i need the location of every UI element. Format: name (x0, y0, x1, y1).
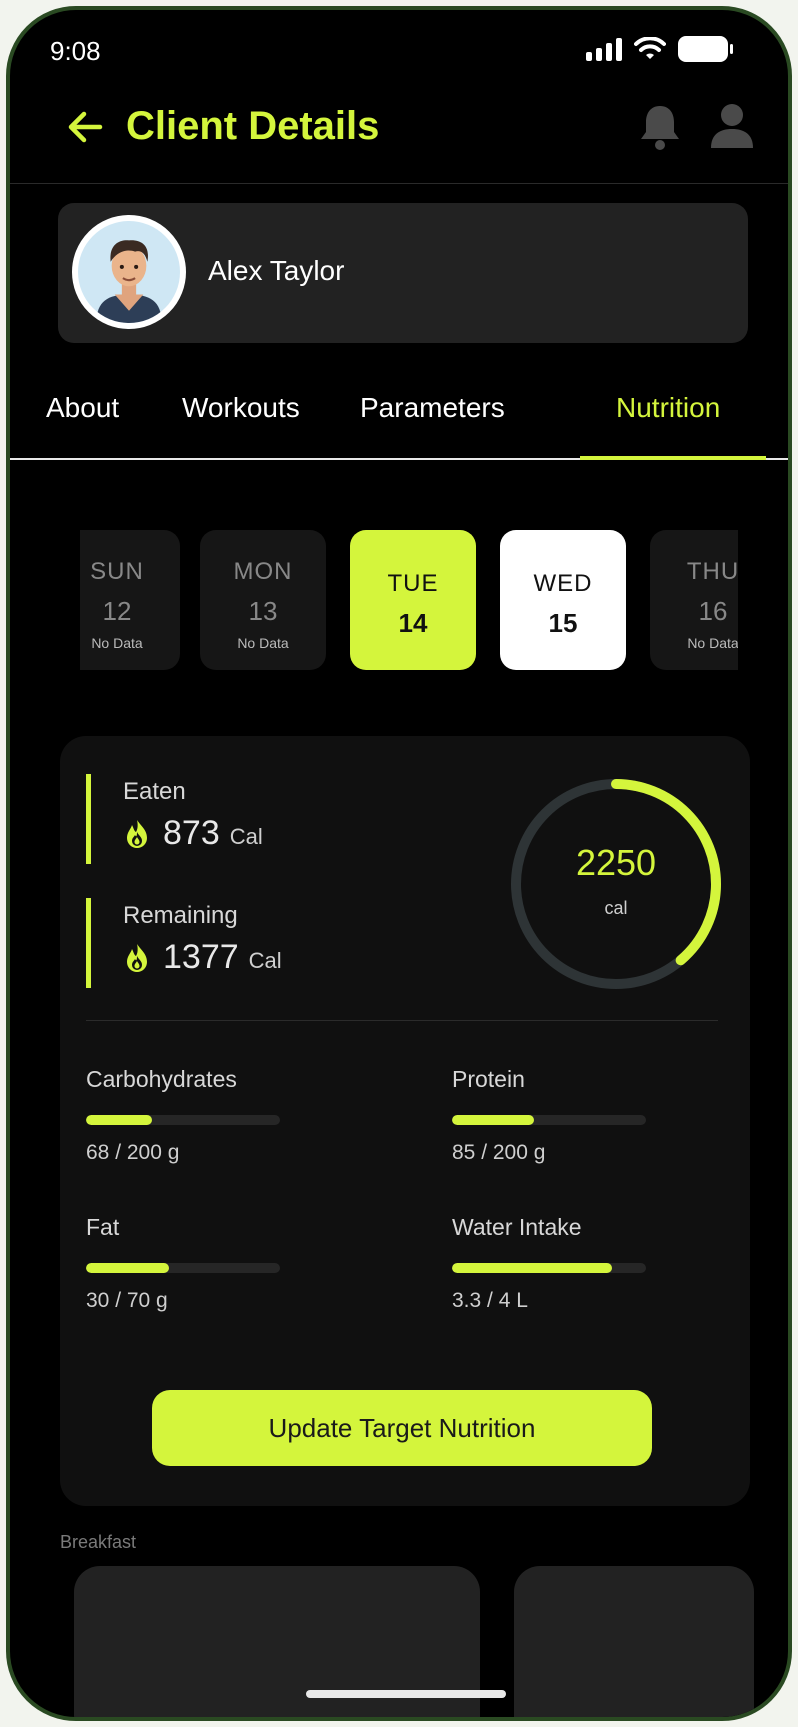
person-icon (711, 104, 753, 148)
macro-progress-track (86, 1115, 280, 1125)
fire-icon (127, 819, 147, 848)
macro-progress-fill (86, 1115, 152, 1125)
notifications-button[interactable] (636, 102, 684, 152)
eaten-row: 873 Cal (121, 814, 263, 853)
remaining-value: 1377 (163, 938, 239, 976)
macro-carbohydrates: Carbohydrates 68 / 200 g (86, 1066, 336, 1165)
fire-icon (127, 943, 147, 972)
update-target-nutrition-button[interactable]: Update Target Nutrition (152, 1390, 652, 1466)
page-title: Client Details (126, 104, 380, 148)
remaining-unit: Cal (248, 948, 282, 973)
date-selector: SUN 12 No Data MON 13 No Data TUE 14 WED… (80, 530, 738, 672)
bell-icon (641, 106, 679, 150)
day-note: No Data (687, 635, 738, 651)
tab-nutrition[interactable]: Nutrition (616, 392, 720, 424)
remaining-stat: Remaining 1377 Cal (86, 898, 386, 988)
macro-progress-fill (452, 1263, 613, 1273)
macro-label: Water Intake (452, 1214, 582, 1240)
macro-progress-track (452, 1115, 646, 1125)
macro-label: Fat (86, 1214, 120, 1240)
macro-progress-track (86, 1263, 280, 1273)
arrow-left-icon (68, 111, 103, 143)
macro-value: 30 / 70 g (86, 1289, 168, 1312)
status-icons (586, 36, 733, 62)
eaten-label: Eaten (123, 778, 186, 805)
day-sun[interactable]: SUN 12 No Data (80, 530, 180, 670)
macro-value: 85 / 200 g (452, 1141, 546, 1164)
macro-value: 68 / 200 g (86, 1141, 180, 1164)
nutrition-summary-card: Eaten 873 Cal Remaining 1377 Cal 2250 ca… (60, 736, 750, 1506)
day-number: 15 (548, 608, 578, 638)
back-button[interactable] (60, 102, 110, 152)
status-time: 9:08 (50, 36, 101, 66)
day-tue[interactable]: TUE 14 (350, 530, 476, 670)
avatar-image (78, 221, 180, 323)
phone-frame: 9:08 Client Details Alex Taylor About Wo… (6, 6, 792, 1721)
tab-parameters[interactable]: Parameters (360, 392, 505, 424)
remaining-row: 1377 Cal (121, 938, 282, 977)
macro-progress-fill (86, 1263, 170, 1273)
day-note: No Data (91, 635, 143, 651)
profile-button[interactable] (706, 100, 758, 152)
active-tab-indicator (580, 456, 766, 460)
macro-progress-track (452, 1263, 646, 1273)
tab-about[interactable]: About (46, 392, 119, 424)
battery-icon (678, 36, 733, 62)
client-card[interactable]: Alex Taylor (58, 203, 748, 343)
screen: 9:08 Client Details Alex Taylor About Wo… (10, 10, 788, 1717)
target-calories-value: 2250 (575, 842, 657, 883)
macro-value: 3.3 / 4 L (452, 1289, 528, 1312)
meal-section-label: Breakfast (60, 1532, 137, 1552)
divider (86, 1020, 718, 1021)
day-name: WED (533, 570, 593, 597)
day-mon[interactable]: MON 13 No Data (200, 530, 326, 670)
macro-label: Protein (452, 1066, 525, 1092)
day-name: TUE (387, 570, 439, 597)
client-name: Alex Taylor (208, 255, 345, 286)
macro-progress-fill (452, 1115, 535, 1125)
day-wed[interactable]: WED 15 (500, 530, 626, 670)
meal-card[interactable] (514, 1566, 754, 1717)
macro-label: Carbohydrates (86, 1066, 237, 1092)
tab-workouts[interactable]: Workouts (182, 392, 300, 424)
client-avatar (72, 215, 186, 329)
day-number: 13 (248, 596, 278, 626)
eaten-unit: Cal (229, 824, 263, 849)
day-number: 14 (398, 608, 428, 638)
day-number: 12 (102, 596, 132, 626)
tab-bar: About Workouts Parameters Nutrition (10, 380, 788, 460)
day-name: THU (686, 558, 738, 585)
cellular-signal-icon (586, 37, 622, 61)
calorie-ring: 2250 cal (506, 774, 726, 994)
macro-fat: Fat 30 / 70 g (86, 1214, 336, 1313)
day-name: SUN (90, 558, 144, 585)
macro-protein: Protein 85 / 200 g (452, 1066, 702, 1165)
calorie-ring-chart (511, 779, 721, 989)
day-name: MON (233, 558, 293, 585)
day-number: 16 (698, 596, 728, 626)
macro-water-intake: Water Intake 3.3 / 4 L (452, 1214, 702, 1313)
target-calories-unit: cal (604, 898, 628, 918)
app-header: Client Details (10, 80, 788, 184)
day-thu[interactable]: THU 16 No Data (650, 530, 738, 670)
home-indicator[interactable] (306, 1690, 506, 1698)
wifi-icon (634, 37, 666, 59)
day-note: No Data (237, 635, 289, 651)
remaining-label: Remaining (123, 902, 238, 929)
eaten-stat: Eaten 873 Cal (86, 774, 386, 864)
status-bar: 9:08 (10, 10, 788, 80)
eaten-value: 873 (163, 814, 220, 852)
